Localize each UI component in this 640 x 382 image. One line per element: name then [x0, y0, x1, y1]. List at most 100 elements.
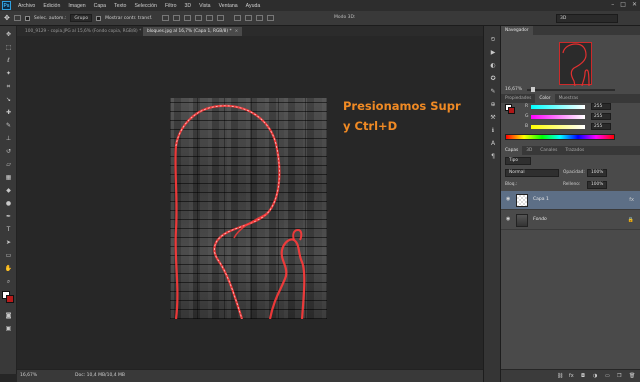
tool-presets-icon[interactable]: ⚒ [489, 114, 497, 122]
delete-layer-icon[interactable]: 🗑 [629, 373, 635, 379]
navigator-zoom-slider[interactable] [527, 89, 615, 91]
magic-wand-tool-icon[interactable]: ✦ [4, 69, 13, 78]
eyedropper-tool-icon[interactable]: ↘ [4, 95, 13, 104]
tab-navigator[interactable]: Navegador [501, 26, 533, 35]
layer-row-fondo[interactable]: ◉ Fondo 🔒 [501, 211, 640, 230]
dodge-tool-icon[interactable]: ● [4, 199, 13, 208]
clone-source-icon[interactable]: ⊕ [489, 101, 497, 109]
distribute-icon[interactable] [234, 15, 242, 21]
distribute-icon-4[interactable] [267, 15, 275, 21]
menu-capa[interactable]: Capa [90, 3, 110, 9]
menu-archivo[interactable]: Archivo [14, 3, 39, 9]
gradient-tool-icon[interactable]: ▦ [4, 173, 13, 182]
auto-select-checkbox[interactable] [24, 15, 30, 21]
clone-stamp-tool-icon[interactable]: ⊥ [4, 134, 13, 143]
type-tool-icon[interactable]: T [4, 225, 13, 234]
adjustments-icon[interactable]: ◐ [489, 62, 497, 70]
red-channel-value[interactable]: 255 [591, 103, 611, 110]
align-left-icon[interactable] [195, 15, 203, 21]
move-tool-icon[interactable]: ✥ [4, 30, 13, 39]
align-right-icon[interactable] [217, 15, 225, 21]
move-tool-icon[interactable]: ✥ [4, 14, 10, 22]
menu-filtro[interactable]: Filtro [161, 3, 181, 9]
background-swatch[interactable] [508, 107, 515, 114]
tab-channels[interactable]: Canales [536, 146, 561, 155]
close-icon[interactable]: ✕ [632, 1, 637, 8]
link-layers-icon[interactable]: ⛓ [557, 373, 563, 379]
blend-mode-dropdown[interactable]: Normal [505, 169, 559, 177]
background-color-swatch[interactable] [6, 295, 14, 303]
red-channel-slider[interactable] [531, 105, 585, 109]
menu-imagen[interactable]: Imagen [64, 3, 89, 9]
canvas-workspace[interactable]: Presionamos Supr y Ctrl+D [17, 36, 483, 369]
tab-doc-1[interactable]: 100_9129 - copia.JPG al 15,6% (Fondo cop… [21, 27, 152, 36]
pen-tool-icon[interactable]: ✒ [4, 212, 13, 221]
menu-ventana[interactable]: Ventana [215, 3, 242, 9]
path-selection-tool-icon[interactable]: ➤ [4, 238, 13, 247]
menu-3d[interactable]: 3D [180, 3, 195, 9]
green-channel-value[interactable]: 255 [591, 113, 611, 120]
workspace-dropdown[interactable]: 3D [556, 14, 618, 23]
new-layer-icon[interactable]: ❐ [617, 373, 621, 379]
navigator-thumbnail[interactable] [559, 42, 592, 87]
menu-texto[interactable]: Texto [110, 3, 130, 9]
hand-tool-icon[interactable]: ✋ [4, 264, 13, 273]
zoom-tool-icon[interactable]: ⌕ [4, 277, 13, 286]
navigator-zoom-value[interactable]: 16,67% [505, 87, 522, 92]
tab-paths[interactable]: Trazados [561, 146, 588, 155]
crop-tool-icon[interactable]: ⌗ [4, 82, 13, 91]
align-center-icon[interactable] [206, 15, 214, 21]
minimize-icon[interactable]: – [611, 1, 614, 8]
blue-channel-value[interactable]: 255 [591, 123, 611, 130]
info-icon[interactable]: ℹ [489, 127, 497, 135]
tab-3d[interactable]: 3D [522, 146, 536, 155]
layer-effects-icon[interactable]: fx [629, 197, 634, 203]
tab-close-icon[interactable]: × [235, 29, 239, 34]
menu-vista[interactable]: Vista [195, 3, 214, 9]
styles-icon[interactable]: ✪ [489, 75, 497, 83]
blur-tool-icon[interactable]: ◆ [4, 186, 13, 195]
visibility-eye-icon[interactable]: ◉ [506, 197, 512, 202]
transform-controls-checkbox[interactable] [96, 15, 102, 21]
healing-brush-tool-icon[interactable]: ✚ [4, 108, 13, 117]
tab-properties[interactable]: Propiedades [501, 94, 535, 103]
tab-doc-2[interactable]: bloques.jpg al 16,7% (Capa 1, RGB/8) * × [143, 27, 243, 36]
tool-preset-icon[interactable] [13, 15, 21, 21]
visibility-eye-icon[interactable]: ◉ [506, 217, 512, 222]
eraser-tool-icon[interactable]: ▱ [4, 160, 13, 169]
distribute-icon-2[interactable] [245, 15, 253, 21]
document-canvas[interactable] [170, 98, 327, 319]
screen-mode-icon[interactable]: ▣ [4, 324, 13, 333]
navigator-zoom-knob[interactable] [531, 87, 535, 92]
adjustment-layer-icon[interactable]: ◑ [593, 373, 597, 379]
menu-edicion[interactable]: Edición [39, 3, 64, 9]
color-spectrum[interactable] [505, 134, 615, 140]
tab-swatches[interactable]: Muestras [555, 94, 583, 103]
history-brush-tool-icon[interactable]: ↺ [4, 147, 13, 156]
green-channel-slider[interactable] [531, 115, 585, 119]
distribute-icon-3[interactable] [256, 15, 264, 21]
align-middle-icon[interactable] [173, 15, 181, 21]
auto-select-group-dropdown[interactable]: Grupo [70, 14, 93, 22]
brush-tool-icon[interactable]: ✎ [4, 121, 13, 130]
new-group-icon[interactable]: ▭ [605, 373, 610, 379]
zoom-level[interactable]: 16,67% [20, 373, 37, 378]
add-style-icon[interactable]: fx [569, 373, 574, 379]
layer-kind-filter[interactable]: Tipo [505, 157, 531, 165]
menu-ayuda[interactable]: Ayuda [242, 3, 265, 9]
tab-layers[interactable]: Capas [501, 146, 523, 155]
paragraph-icon[interactable]: ¶ [489, 153, 497, 161]
shape-tool-icon[interactable]: ▭ [4, 251, 13, 260]
lasso-tool-icon[interactable]: ℓ [4, 56, 13, 65]
history-icon[interactable]: ⏲ [489, 36, 497, 44]
actions-icon[interactable]: ▶ [489, 49, 497, 57]
align-bottom-icon[interactable] [184, 15, 192, 21]
tab-color[interactable]: Color [535, 94, 555, 103]
maximize-icon[interactable]: □ [620, 1, 626, 8]
fill-value[interactable]: 100% [587, 181, 607, 189]
menu-seleccion[interactable]: Selección [130, 3, 161, 9]
add-mask-icon[interactable]: ◘ [581, 373, 585, 379]
align-top-icon[interactable] [162, 15, 170, 21]
blue-channel-slider[interactable] [531, 125, 585, 129]
layer-row-capa-1[interactable]: ◉ Capa 1 fx [501, 191, 640, 210]
